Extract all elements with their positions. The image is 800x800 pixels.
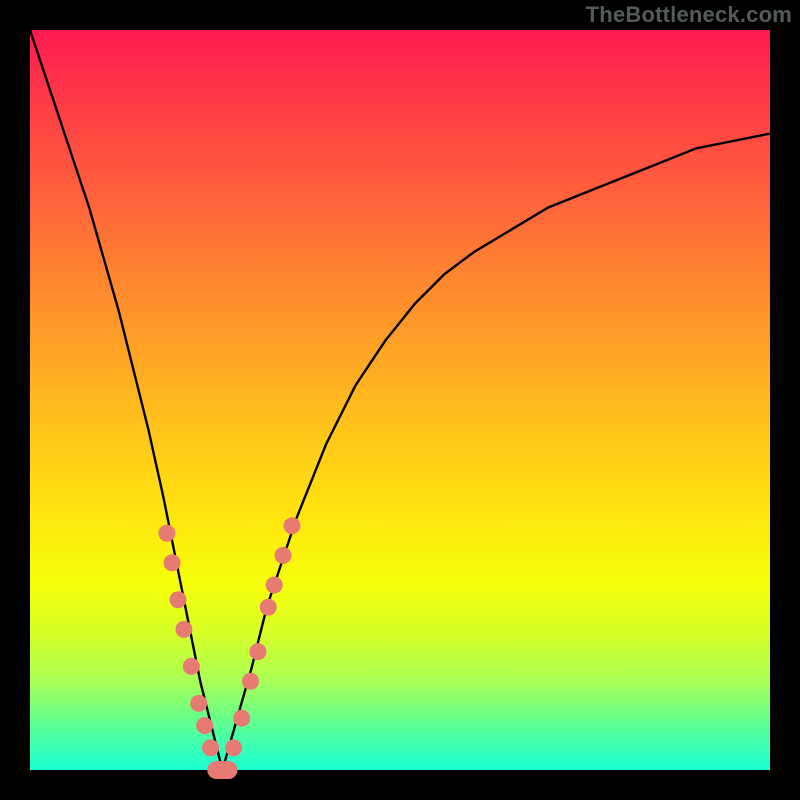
data-marker-right [260, 599, 277, 616]
data-marker-right [266, 577, 283, 594]
data-marker-right [233, 710, 250, 727]
data-marker-left [183, 658, 200, 675]
chart-svg [30, 30, 770, 770]
data-marker-left [202, 739, 219, 756]
plot-background [30, 30, 770, 770]
watermark-text: TheBottleneck.com [586, 2, 792, 28]
data-marker-right [283, 517, 300, 534]
data-marker-left [164, 554, 181, 571]
chart-frame: TheBottleneck.com [0, 0, 800, 800]
data-marker-right [242, 673, 259, 690]
curve-right-branch [222, 134, 770, 770]
data-marker-left [196, 717, 213, 734]
data-marker-right [275, 547, 292, 564]
curve-layer [30, 30, 770, 770]
data-marker-left [190, 695, 207, 712]
data-marker-left [175, 621, 192, 638]
marker-layer [158, 517, 300, 779]
valley-floor-marker [207, 761, 237, 779]
data-marker-right [249, 643, 266, 660]
data-marker-left [158, 525, 175, 542]
data-marker-left [170, 591, 187, 608]
data-marker-right [225, 739, 242, 756]
